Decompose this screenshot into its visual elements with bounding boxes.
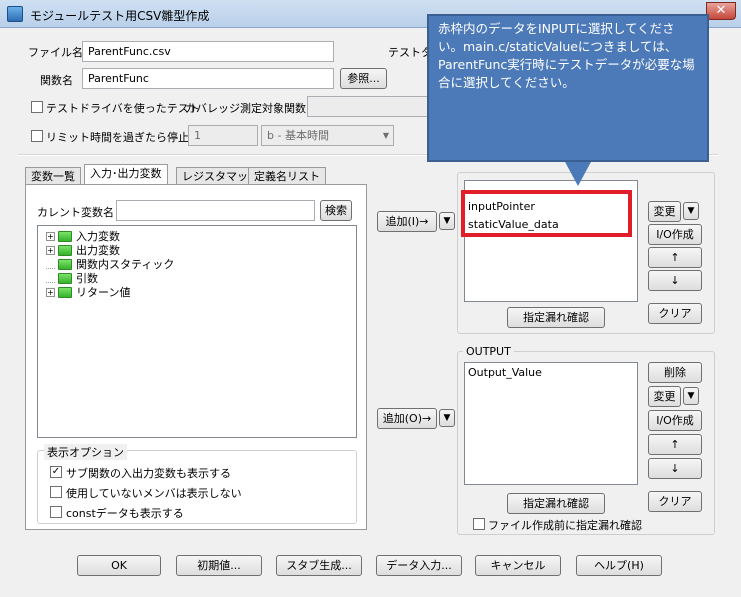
callout-bubble: 赤枠内のデータをINPUTに選択してください。main.c/staticValu… xyxy=(427,14,709,162)
input-check-missing-button[interactable]: 指定漏れ確認 xyxy=(507,307,605,328)
show-const-checkbox[interactable] xyxy=(50,506,62,518)
folder-icon xyxy=(58,230,72,242)
folder-icon xyxy=(58,286,72,298)
input-move-down-button[interactable]: ↓ xyxy=(648,270,702,291)
chevron-down-icon: ▼ xyxy=(687,206,695,216)
funcname-label: 関数名 xyxy=(40,74,73,87)
variable-tree[interactable]: + 入力変数 + 出力変数 関数内スタティック 引数 + リターン値 xyxy=(37,225,357,438)
input-clear-button[interactable]: クリア xyxy=(648,303,702,324)
folder-icon xyxy=(58,244,72,256)
chevron-down-icon: ▼ xyxy=(687,391,695,401)
tree-connector xyxy=(46,260,55,269)
precheck-checkbox[interactable] xyxy=(473,518,485,530)
precheck-label: ファイル作成前に指定漏れ確認 xyxy=(488,519,642,532)
hide-unused-members-checkbox[interactable] xyxy=(50,486,62,498)
output-clear-button[interactable]: クリア xyxy=(648,491,702,512)
time-limit-field[interactable]: 1 xyxy=(188,125,258,146)
stub-generate-button[interactable]: スタブ生成... xyxy=(276,555,362,576)
show-subfunction-io-checkbox[interactable]: ✓ xyxy=(50,466,62,478)
add-input-button[interactable]: 追加(I)→ xyxy=(377,211,437,232)
output-move-up-button[interactable]: ↑ xyxy=(648,434,702,455)
tab-io-variables[interactable]: 入力･出力変数 xyxy=(84,164,168,185)
coverage-label: カバレッジ測定対象関数 xyxy=(185,102,306,115)
output-group: OUTPUT Output_Value 削除 変更 ▼ I/O作成 ↑ ↓ クリ… xyxy=(457,345,715,535)
add-input-dropdown[interactable]: ▼ xyxy=(439,212,455,230)
chevron-down-icon: ▼ xyxy=(443,216,451,226)
add-output-dropdown[interactable]: ▼ xyxy=(439,409,455,427)
time-limit-label: リミット時間を過ぎたら停止 xyxy=(46,131,189,144)
tree-item-input-variables[interactable]: + 入力変数 xyxy=(46,229,174,243)
highlight-box xyxy=(461,190,632,237)
output-list[interactable]: Output_Value xyxy=(464,362,638,485)
output-item[interactable]: Output_Value xyxy=(468,366,542,379)
time-limit-checkbox[interactable] xyxy=(31,130,43,142)
chevron-down-icon: ▼ xyxy=(443,413,451,423)
data-input-button[interactable]: データ入力... xyxy=(376,555,462,576)
tree-item-return-value[interactable]: + リターン値 xyxy=(46,285,174,299)
close-button[interactable]: ✕ xyxy=(706,2,736,20)
expand-icon[interactable]: + xyxy=(46,287,55,297)
test-driver-label: テストドライバを使ったテスト xyxy=(46,102,200,115)
filename-field[interactable]: ParentFunc.csv xyxy=(82,41,334,62)
cancel-button[interactable]: キャンセル xyxy=(475,555,561,576)
current-variable-label: カレント変数名 xyxy=(37,206,114,219)
display-options-group: 表示オプション ✓ サブ関数の入出力変数も表示する 使用していないメンバは表示し… xyxy=(37,444,357,524)
expand-icon[interactable]: + xyxy=(46,245,55,255)
io-variables-panel: カレント変数名 検索 + 入力変数 + 出力変数 関数内スタティック 引数 + リター… xyxy=(25,184,367,530)
tab-variable-list[interactable]: 変数一覧 xyxy=(25,167,81,185)
filename-label: ファイル名 xyxy=(28,46,83,59)
tree-connector xyxy=(46,274,55,283)
app-icon xyxy=(7,6,23,22)
callout-tail xyxy=(564,160,592,186)
checkmark-icon: ✓ xyxy=(51,466,61,477)
window-title: モジュールテスト用CSV雛型作成 xyxy=(30,9,210,23)
search-button[interactable]: 検索 xyxy=(320,200,352,221)
tree-item-output-variables[interactable]: + 出力変数 xyxy=(46,243,174,257)
time-unit-value: b - 基本時間 xyxy=(267,129,329,142)
browse-button[interactable]: 参照... xyxy=(340,68,387,89)
ok-button[interactable]: OK xyxy=(77,555,161,576)
defaults-button[interactable]: 初期値... xyxy=(176,555,262,576)
output-move-down-button[interactable]: ↓ xyxy=(648,458,702,479)
chevron-down-icon: ▼ xyxy=(382,131,389,140)
output-change-button[interactable]: 変更 xyxy=(648,386,681,407)
folder-icon xyxy=(58,258,72,270)
output-check-missing-button[interactable]: 指定漏れ確認 xyxy=(507,493,605,514)
folder-icon xyxy=(58,272,72,284)
show-subfunction-io-label: サブ関数の入出力変数も表示する xyxy=(66,467,231,480)
output-group-title: OUTPUT xyxy=(463,345,514,358)
input-change-button[interactable]: 変更 xyxy=(648,201,681,222)
tab-definition-list[interactable]: 定義名リスト xyxy=(248,167,326,185)
input-change-dropdown[interactable]: ▼ xyxy=(683,202,699,220)
hide-unused-members-label: 使用していないメンバは表示しない xyxy=(66,487,242,500)
funcname-field[interactable]: ParentFunc xyxy=(82,68,334,89)
time-unit-select[interactable]: b - 基本時間 ▼ xyxy=(261,125,394,146)
tree-item-function-static[interactable]: 関数内スタティック xyxy=(46,257,174,271)
help-button[interactable]: ヘルプ(H) xyxy=(576,555,662,576)
expand-icon[interactable]: + xyxy=(46,231,55,241)
output-change-dropdown[interactable]: ▼ xyxy=(683,387,699,405)
show-const-label: constデータも表示する xyxy=(66,507,184,520)
add-output-button[interactable]: 追加(O)→ xyxy=(377,408,437,429)
output-io-create-button[interactable]: I/O作成 xyxy=(648,410,702,431)
display-options-title: 表示オプション xyxy=(44,444,127,460)
input-move-up-button[interactable]: ↑ xyxy=(648,247,702,268)
coverage-field[interactable] xyxy=(307,96,432,117)
input-io-create-button[interactable]: I/O作成 xyxy=(648,224,702,245)
tree-items: + 入力変数 + 出力変数 関数内スタティック 引数 + リターン値 xyxy=(46,229,174,299)
tree-item-arguments[interactable]: 引数 xyxy=(46,271,174,285)
test-driver-checkbox[interactable] xyxy=(31,101,43,113)
tree-item-label: リターン値 xyxy=(76,286,131,299)
current-variable-field[interactable] xyxy=(116,200,315,221)
output-delete-button[interactable]: 削除 xyxy=(648,362,702,383)
